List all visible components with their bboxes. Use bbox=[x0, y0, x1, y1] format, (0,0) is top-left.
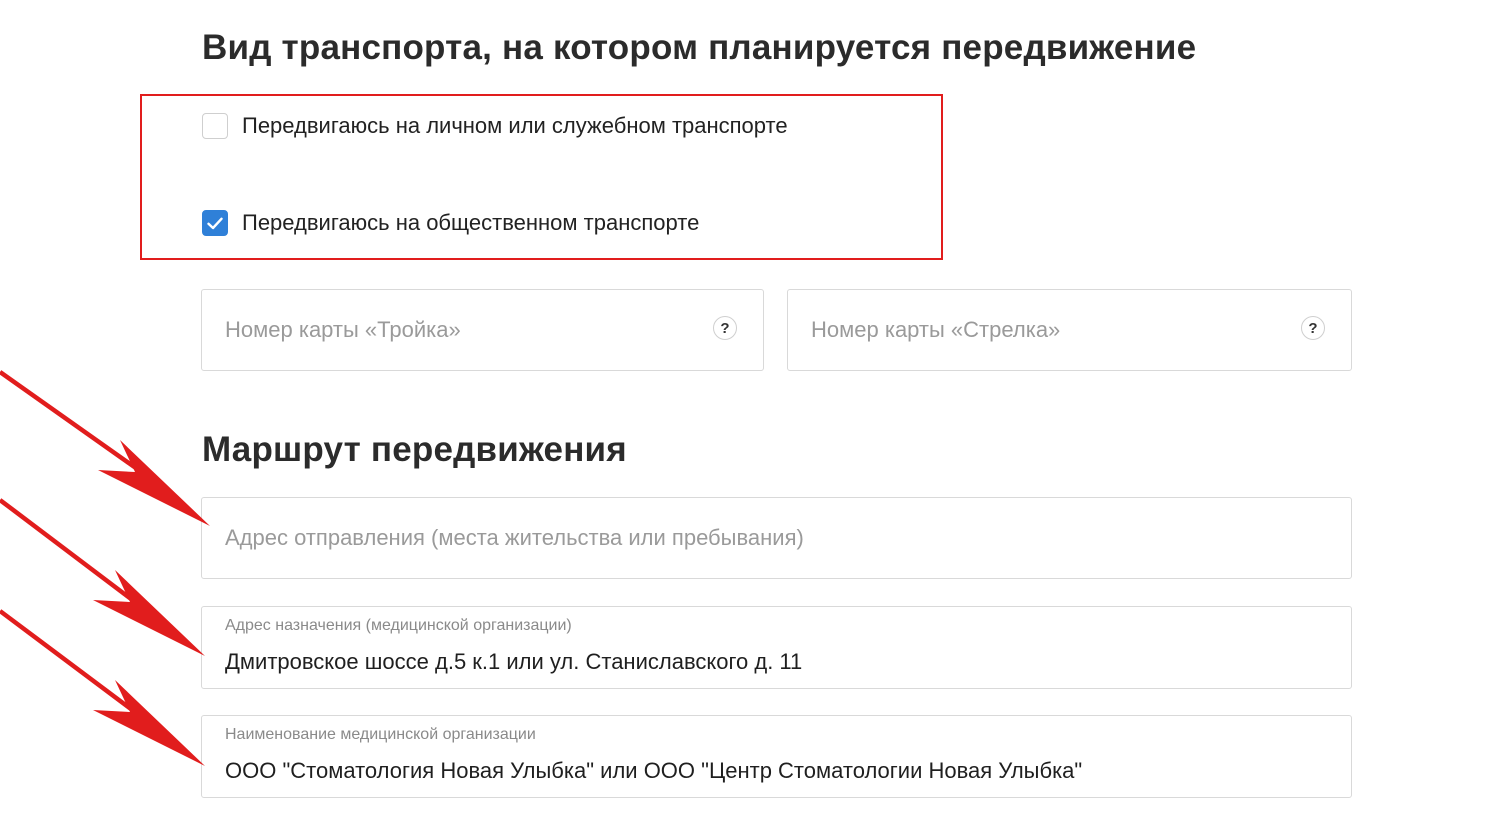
checkmark-icon[interactable] bbox=[202, 210, 228, 236]
destination-address-input[interactable]: Адрес назначения (медицинской организаци… bbox=[201, 606, 1352, 689]
medical-organization-value: ООО "Стоматология Новая Улыбка" или ООО … bbox=[225, 758, 1083, 783]
route-section-title: Маршрут передвижения bbox=[202, 430, 627, 469]
departure-address-input[interactable]: Адрес отправления (места жительства или … bbox=[201, 497, 1352, 579]
troika-card-placeholder: Номер карты «Тройка» bbox=[225, 317, 461, 342]
arrow-icon bbox=[0, 370, 210, 526]
checkbox-personal-transport-label: Передвигаюсь на личном или служебном тра… bbox=[242, 113, 788, 138]
strelka-card-input[interactable]: Номер карты «Стрелка» ? bbox=[787, 289, 1352, 371]
departure-address-placeholder: Адрес отправления (места жительства или … bbox=[225, 525, 804, 550]
checkbox-public-transport[interactable]: Передвигаюсь на общественном транспорте bbox=[202, 210, 699, 236]
checkbox-public-transport-label: Передвигаюсь на общественном транспорте bbox=[242, 210, 700, 235]
question-icon[interactable]: ? bbox=[1301, 316, 1325, 340]
checkbox-unchecked-icon[interactable] bbox=[202, 113, 228, 139]
medical-organization-label: Наименование медицинской организации bbox=[225, 726, 536, 743]
medical-organization-input[interactable]: Наименование медицинской организации ООО… bbox=[201, 715, 1352, 798]
checkbox-personal-transport[interactable]: Передвигаюсь на личном или служебном тра… bbox=[202, 113, 788, 139]
arrow-icon bbox=[0, 498, 205, 656]
question-icon[interactable]: ? bbox=[713, 316, 737, 340]
transport-section-title: Вид транспорта, на котором планируется п… bbox=[202, 28, 1197, 67]
destination-address-label: Адрес назначения (медицинской организаци… bbox=[225, 617, 572, 634]
arrow-icon bbox=[0, 609, 205, 766]
destination-address-value: Дмитровское шоссе д.5 к.1 или ул. Станис… bbox=[225, 649, 803, 674]
troika-card-input[interactable]: Номер карты «Тройка» ? bbox=[201, 289, 764, 371]
strelka-card-placeholder: Номер карты «Стрелка» bbox=[811, 317, 1061, 342]
